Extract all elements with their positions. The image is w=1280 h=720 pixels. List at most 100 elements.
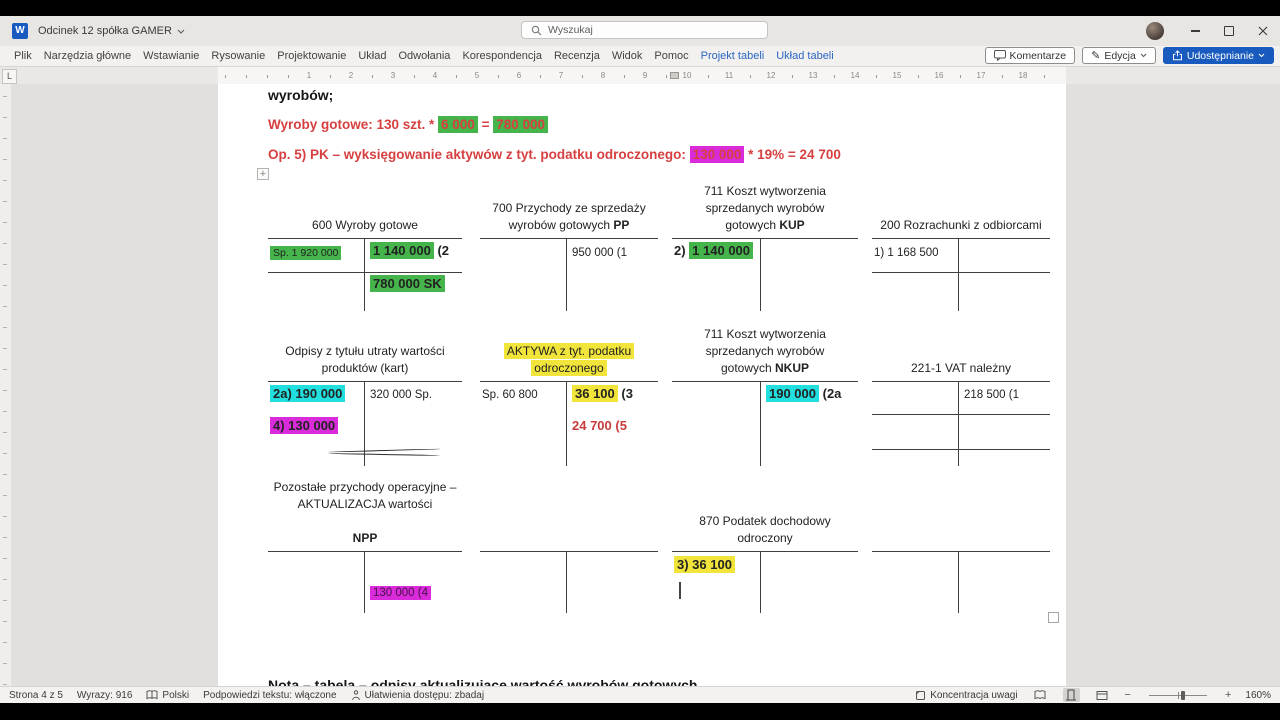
- ruler-tick: [918, 75, 919, 78]
- user-avatar[interactable]: [1146, 22, 1164, 40]
- ribbon-tab-rysowanie[interactable]: Rysowanie: [205, 50, 271, 62]
- balance-line: [872, 272, 1050, 273]
- ruler-tick: [3, 432, 7, 433]
- focus-icon: [915, 690, 926, 701]
- ribbon-tab-narzędzia-główne[interactable]: Narzędzia główne: [38, 50, 137, 62]
- account-title-line: odroczonego: [531, 360, 606, 377]
- web-layout-button[interactable]: [1094, 688, 1111, 702]
- account-title-line: 711 Koszt wytworzenia: [704, 326, 826, 343]
- ribbon-tab-recenzja[interactable]: Recenzja: [548, 50, 606, 62]
- account-divider-line: [958, 552, 959, 613]
- search-input[interactable]: Wyszukaj: [521, 21, 768, 39]
- print-layout-button[interactable]: [1063, 688, 1080, 702]
- account-title-line: AKTUALIZACJA wartości: [298, 496, 433, 513]
- ruler-tick: [582, 75, 583, 78]
- text-run: sprzedanych wyrobów: [706, 344, 825, 358]
- ruler-number: 14: [851, 71, 860, 80]
- text-run: AKTUALIZACJA wartości: [298, 497, 433, 511]
- t-account-200-rozrachunki: 200 Rozrachunki z odbiorcami1) 1 168 500: [872, 163, 1050, 311]
- balance-line: [268, 272, 462, 273]
- zoom-in-button[interactable]: +: [1225, 689, 1231, 701]
- account-title: 711 Koszt wytworzeniasprzedanych wyrobów…: [672, 306, 858, 381]
- ribbon-tab-układ[interactable]: Układ: [352, 50, 392, 62]
- ruler-number: 4: [433, 71, 437, 80]
- word-count[interactable]: Wyrazy: 916: [77, 690, 132, 701]
- ruler-tick: [267, 75, 268, 78]
- ribbon-tab-pomoc[interactable]: Pomoc: [648, 50, 694, 62]
- language-indicator[interactable]: Polski: [146, 690, 189, 701]
- account-title: AKTYWA z tyt. podatkuodroczonego: [480, 306, 658, 381]
- ribbon-tab-odwołania[interactable]: Odwołania: [392, 50, 456, 62]
- tab-stop-selector[interactable]: L: [2, 69, 17, 84]
- account-title-line: [363, 513, 366, 530]
- ruler-tick: [3, 516, 7, 517]
- editing-mode-button[interactable]: ✎ Edycja: [1082, 47, 1156, 64]
- account-title: 600 Wyroby gotowe: [268, 163, 462, 238]
- account-divider-line: [958, 382, 959, 466]
- table-column-marker[interactable]: [670, 72, 679, 79]
- text-run: 600 Wyroby gotowe: [312, 218, 418, 232]
- account-body: 2) 1 140 000: [672, 238, 858, 311]
- accessibility-checker[interactable]: Ułatwienia dostępu: zbadaj: [351, 690, 485, 701]
- ruler-tick: [288, 75, 289, 78]
- account-title-line: gotowych NKUP: [721, 360, 809, 377]
- ledger-entry: 36 100 (3: [572, 386, 633, 401]
- comments-button[interactable]: Komentarze: [985, 47, 1076, 64]
- zoom-slider-thumb[interactable]: [1181, 691, 1185, 700]
- ruler-number: 13: [809, 71, 818, 80]
- ledger-entry: 190 000 (2a: [766, 386, 841, 401]
- ribbon-tab-plik[interactable]: Plik: [8, 50, 38, 62]
- close-icon: [1258, 26, 1268, 36]
- ribbon-tab-widok[interactable]: Widok: [606, 50, 649, 62]
- read-mode-button[interactable]: [1032, 688, 1049, 702]
- zoom-slider[interactable]: [1149, 695, 1207, 696]
- zoom-out-button[interactable]: −: [1125, 689, 1131, 701]
- ribbon-tab-korespondencja[interactable]: Korespondencja: [456, 50, 548, 62]
- ribbon-tab-projekt-tabeli[interactable]: Projekt tabeli: [695, 50, 771, 62]
- minimize-icon: [1191, 30, 1200, 31]
- close-button[interactable]: [1246, 16, 1280, 46]
- ledger-entry: 130 000 (4: [370, 587, 431, 599]
- share-button[interactable]: Udostępnianie: [1163, 47, 1274, 64]
- t-account-empty-account-1: [480, 476, 658, 613]
- ruler-tick: [750, 75, 751, 78]
- focus-mode[interactable]: Koncentracja uwagi: [915, 690, 1017, 701]
- ruler-tick: [3, 222, 7, 223]
- highlight-yellow: 3) 36 100: [674, 556, 735, 573]
- comments-label: Komentarze: [1010, 50, 1067, 62]
- text-run: 2): [674, 243, 689, 258]
- ribbon-tab-układ-tabeli[interactable]: Układ tabeli: [770, 50, 839, 62]
- ribbon-tab-wstawianie[interactable]: Wstawianie: [137, 50, 205, 62]
- account-divider-line: [364, 239, 365, 311]
- zoom-level[interactable]: 160%: [1245, 690, 1271, 701]
- minimize-button[interactable]: [1178, 16, 1212, 46]
- ruler-number: 10: [683, 71, 692, 80]
- text-predictions[interactable]: Podpowiedzi tekstu: włączone: [203, 690, 336, 701]
- ruler-tick: [3, 390, 7, 391]
- document-page[interactable]: wyrobów; Wyroby gotowe: 130 szt. * 6 000…: [218, 84, 1066, 686]
- ledger-entry: 320 000 Sp.: [370, 389, 432, 401]
- ribbon-tab-projektowanie[interactable]: Projektowanie: [271, 50, 352, 62]
- ruler-number: 2: [349, 71, 353, 80]
- ruler-number: 1: [307, 71, 311, 80]
- account-body: Sp. 1 920 0001 140 000 (2780 000 SK: [268, 238, 462, 311]
- ledger-entry: 3) 36 100: [674, 557, 735, 572]
- status-bar: Strona 4 z 5 Wyrazy: 916 Polski Podpowie…: [0, 686, 1280, 703]
- ribbon-tab-row: PlikNarzędzia główneWstawianieRysowanieP…: [0, 46, 1280, 66]
- ruler-tick: [3, 537, 7, 538]
- document-title[interactable]: Odcinek 12 spółka GAMER: [38, 25, 185, 37]
- table-resize-handle[interactable]: [1048, 612, 1059, 623]
- text-run: Odpisy z tytułu utraty wartości: [285, 344, 444, 358]
- account-body: [872, 551, 1050, 613]
- vertical-ruler[interactable]: [0, 84, 11, 702]
- highlight-magenta: 130 000 (4: [370, 586, 431, 600]
- ruler-tick: [3, 348, 7, 349]
- highlight-magenta: 130 000: [690, 146, 745, 163]
- ruler-number: 5: [475, 71, 479, 80]
- ruler-number: 7: [559, 71, 563, 80]
- maximize-button[interactable]: [1212, 16, 1246, 46]
- ruler-number: 8: [601, 71, 605, 80]
- page-indicator[interactable]: Strona 4 z 5: [9, 690, 63, 701]
- horizontal-ruler[interactable]: L 123456789101112131415161718: [0, 66, 1280, 85]
- account-body: 3) 36 100: [672, 551, 858, 613]
